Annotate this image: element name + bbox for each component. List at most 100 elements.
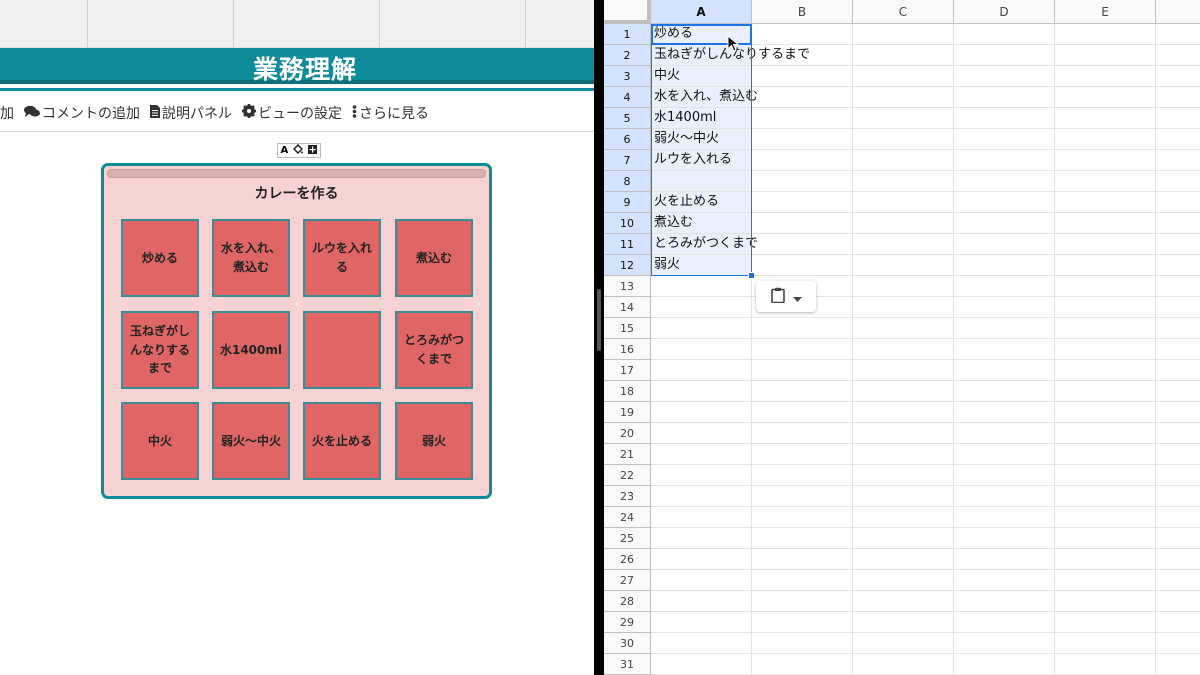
cell-c30[interactable] — [853, 633, 954, 654]
cell-b20[interactable] — [752, 423, 853, 444]
row-header-21[interactable]: 21 — [604, 444, 651, 465]
cell-d23[interactable] — [954, 486, 1055, 507]
cell-c28[interactable] — [853, 591, 954, 612]
row-header-14[interactable]: 14 — [604, 297, 651, 318]
cell-c29[interactable] — [853, 612, 954, 633]
cell-e1[interactable] — [1055, 24, 1156, 45]
cell-c2[interactable] — [853, 45, 954, 66]
cell-next8[interactable] — [1156, 171, 1200, 192]
cell-c24[interactable] — [853, 507, 954, 528]
column-header-d[interactable]: D — [954, 0, 1055, 24]
card-r1c3[interactable]: ルウを入れる — [303, 219, 381, 297]
cell-b10[interactable] — [752, 213, 853, 234]
split-view-divider[interactable] — [594, 0, 604, 675]
cell-e13[interactable] — [1055, 276, 1156, 297]
cell-a5[interactable]: 水1400ml — [651, 108, 752, 129]
cell-next6[interactable] — [1156, 129, 1200, 150]
cell-next3[interactable] — [1156, 66, 1200, 87]
cell-c3[interactable] — [853, 66, 954, 87]
cell-a15[interactable] — [651, 318, 752, 339]
row-header-26[interactable]: 26 — [604, 549, 651, 570]
cell-c15[interactable] — [853, 318, 954, 339]
cell-next30[interactable] — [1156, 633, 1200, 654]
cell-e9[interactable] — [1055, 192, 1156, 213]
cell-d1[interactable] — [954, 24, 1055, 45]
row-header-22[interactable]: 22 — [604, 465, 651, 486]
cell-e24[interactable] — [1055, 507, 1156, 528]
cell-a9[interactable]: 火を止める — [651, 192, 752, 213]
cell-next20[interactable] — [1156, 423, 1200, 444]
cell-e18[interactable] — [1055, 381, 1156, 402]
cell-b5[interactable] — [752, 108, 853, 129]
row-header-31[interactable]: 31 — [604, 654, 651, 675]
cell-next19[interactable] — [1156, 402, 1200, 423]
cell-b2[interactable] — [752, 45, 853, 66]
cell-d22[interactable] — [954, 465, 1055, 486]
cell-e10[interactable] — [1055, 213, 1156, 234]
cell-a13[interactable] — [651, 276, 752, 297]
cell-c7[interactable] — [853, 150, 954, 171]
cell-d5[interactable] — [954, 108, 1055, 129]
cell-a23[interactable] — [651, 486, 752, 507]
row-header-17[interactable]: 17 — [604, 360, 651, 381]
cell-c18[interactable] — [853, 381, 954, 402]
row-header-4[interactable]: 4 — [604, 87, 651, 108]
cell-next1[interactable] — [1156, 24, 1200, 45]
cell-d14[interactable] — [954, 297, 1055, 318]
cell-b27[interactable] — [752, 570, 853, 591]
cell-a4[interactable]: 水を入れ、煮込む — [651, 87, 758, 108]
column-header-e[interactable]: E — [1055, 0, 1156, 24]
cell-a18[interactable] — [651, 381, 752, 402]
select-all-corner[interactable] — [604, 0, 651, 24]
cell-d17[interactable] — [954, 360, 1055, 381]
cell-a31[interactable] — [651, 654, 752, 675]
cell-e11[interactable] — [1055, 234, 1156, 255]
row-header-24[interactable]: 24 — [604, 507, 651, 528]
cell-next12[interactable] — [1156, 255, 1200, 276]
cell-c5[interactable] — [853, 108, 954, 129]
cell-b24[interactable] — [752, 507, 853, 528]
row-header-7[interactable]: 7 — [604, 150, 651, 171]
card-r1c2[interactable]: 水を入れ、煮込む — [212, 219, 290, 297]
card-r2c3-empty[interactable] — [303, 311, 381, 389]
cell-a21[interactable] — [651, 444, 752, 465]
cell-e4[interactable] — [1055, 87, 1156, 108]
card-r1c1[interactable]: 炒める — [121, 219, 199, 297]
cell-b30[interactable] — [752, 633, 853, 654]
cell-b28[interactable] — [752, 591, 853, 612]
cell-e2[interactable] — [1055, 45, 1156, 66]
cell-next5[interactable] — [1156, 108, 1200, 129]
cell-d15[interactable] — [954, 318, 1055, 339]
cell-c26[interactable] — [853, 549, 954, 570]
cell-c4[interactable] — [853, 87, 954, 108]
cell-d7[interactable] — [954, 150, 1055, 171]
divider-handle[interactable] — [597, 289, 601, 351]
cell-next13[interactable] — [1156, 276, 1200, 297]
card-r3c4[interactable]: 弱火 — [395, 402, 473, 480]
cell-next25[interactable] — [1156, 528, 1200, 549]
row-header-11[interactable]: 11 — [604, 234, 651, 255]
cell-d30[interactable] — [954, 633, 1055, 654]
cell-next17[interactable] — [1156, 360, 1200, 381]
cell-next14[interactable] — [1156, 297, 1200, 318]
view-settings-button[interactable]: ビューの設定 — [242, 103, 342, 123]
cell-c12[interactable] — [853, 255, 954, 276]
more-button[interactable]: さらに見る — [352, 103, 429, 123]
cell-d2[interactable] — [954, 45, 1055, 66]
cell-a11[interactable]: とろみがつくまで — [651, 234, 758, 255]
row-header-30[interactable]: 30 — [604, 633, 651, 654]
cell-next21[interactable] — [1156, 444, 1200, 465]
row-header-6[interactable]: 6 — [604, 129, 651, 150]
cell-b31[interactable] — [752, 654, 853, 675]
cell-b4[interactable] — [752, 87, 853, 108]
description-panel-button[interactable]: 説明パネル — [150, 103, 232, 123]
cell-e31[interactable] — [1055, 654, 1156, 675]
card-r3c3[interactable]: 火を止める — [303, 402, 381, 480]
cell-d28[interactable] — [954, 591, 1055, 612]
cell-a16[interactable] — [651, 339, 752, 360]
card-r3c2[interactable]: 弱火〜中火 — [212, 402, 290, 480]
cell-b9[interactable] — [752, 192, 853, 213]
cell-c25[interactable] — [853, 528, 954, 549]
cell-e6[interactable] — [1055, 129, 1156, 150]
cell-c16[interactable] — [853, 339, 954, 360]
